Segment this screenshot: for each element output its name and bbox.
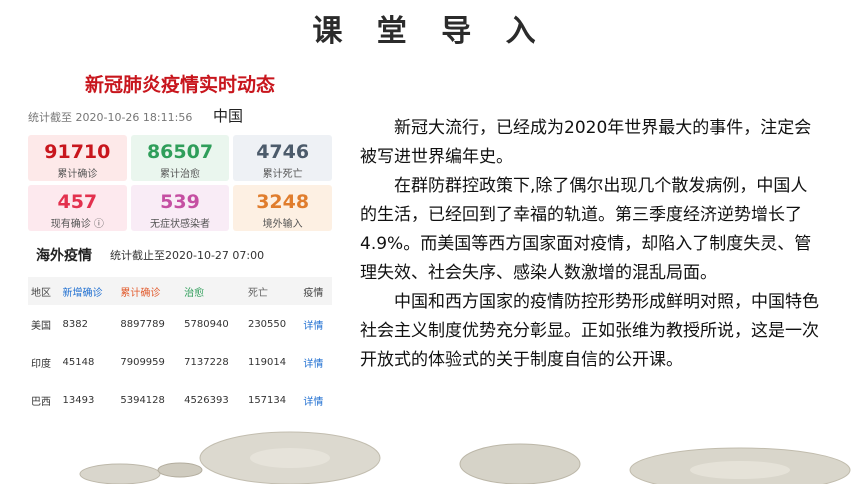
region-label: 中国 [213,107,244,125]
stat-card: 3248 境外输入 [233,185,332,231]
epidemic-panel: 新冠肺炎疫情实时动态 统计截至 2020-10-26 18:11:56 中国 9… [28,70,332,419]
table-cell: 4526393 [184,394,229,406]
column-header: 新增确诊 [59,277,118,305]
paragraph: 新冠大流行，已经成为2020年世界最大的事件，注定会被写进世界编年史。 [360,118,812,167]
stat-label: 累计死亡 [262,169,303,180]
stat-label: 累计确诊 [57,169,98,180]
detail-link[interactable]: 详情 [300,305,332,343]
stat-value: 4746 [256,141,310,163]
column-header: 疫情 [300,277,332,305]
stat-label: 境外输入 [262,219,303,230]
stat-card: 4746 累计死亡 [233,135,332,181]
table-cell: 8382 [62,318,88,330]
table-header-row: 地区 新增确诊 累计确诊 治愈 死亡 疫情 [28,277,332,305]
table-cell: 8897789 [120,318,165,330]
panel-title: 新冠肺炎疫情实时动态 [84,74,275,96]
stat-value: 457 [57,191,98,213]
table-cell: 119014 [247,356,287,368]
table-cell: 13493 [62,394,95,406]
table-row: 印度 45148 7909959 7137228 119014 详情 [28,343,332,381]
column-header: 地区 [28,277,60,305]
table-cell: 印度 [31,358,51,370]
table-cell: 巴西 [31,396,51,408]
paragraph: 在群防群控政策下,除了偶尔出现几个散发病例，中国人的生活，已经回到了幸福的轨道。… [360,176,812,283]
table-cell: 美国 [31,320,51,332]
stat-label: 无症状感染者 [149,219,210,230]
stat-label: 现有确诊 ⓘ [50,219,104,230]
table-cell: 7909959 [120,356,165,368]
table-row: 巴西 13493 5394128 4526393 157134 详情 [28,381,332,419]
table-cell: 45148 [62,356,95,368]
table-cell: 5394128 [120,394,165,406]
table-row: 美国 8382 8897789 5780940 230550 详情 [28,305,332,343]
stat-grid: 91710 累计确诊 86507 累计治愈 4746 累计死亡 457 现有确诊… [28,135,332,231]
stat-card: 457 现有确诊 ⓘ [28,185,127,231]
stat-value: 86507 [146,141,214,163]
slide-title: 课 堂 导 入 [312,14,548,49]
detail-link[interactable]: 详情 [300,343,332,381]
table-cell: 5780940 [184,318,229,330]
overseas-header: 海外疫情 统计截止至2020-10-27 07:00 [28,243,332,265]
overseas-table: 地区 新增确诊 累计确诊 治愈 死亡 疫情 美国 8382 8897789 57… [28,277,332,419]
stat-label: 累计治愈 [159,169,200,180]
column-header: 死亡 [244,277,301,305]
detail-link[interactable]: 详情 [300,381,332,419]
column-header: 累计确诊 [117,277,182,305]
overseas-title: 海外疫情 [36,248,92,264]
stat-time: 统计截至 2020-10-26 18:11:56 [28,111,193,124]
paragraph: 中国和西方国家的疫情防控形势形成鲜明对照，中国特色社会主义制度优势充分彰显。正如… [360,292,819,370]
stat-card: 86507 累计治愈 [130,135,230,181]
overseas-time: 统计截止至2020-10-27 07:00 [110,249,265,262]
table-cell: 157134 [247,394,287,406]
stat-time-row: 统计截至 2020-10-26 18:11:56 中国 [28,107,332,129]
stat-value: 3248 [256,191,310,213]
stat-card: 539 无症状感染者 [130,185,230,231]
column-header: 治愈 [181,277,245,305]
stat-value: 91710 [44,141,111,163]
table-cell: 230550 [247,318,287,330]
decorative-stones [79,431,851,484]
table-cell: 7137228 [184,356,229,368]
intro-text: 新冠大流行，已经成为2020年世界最大的事件，注定会被写进世界编年史。 在群防群… [360,114,820,375]
stat-value: 539 [160,191,200,213]
stat-card: 91710 累计确诊 [28,135,127,181]
